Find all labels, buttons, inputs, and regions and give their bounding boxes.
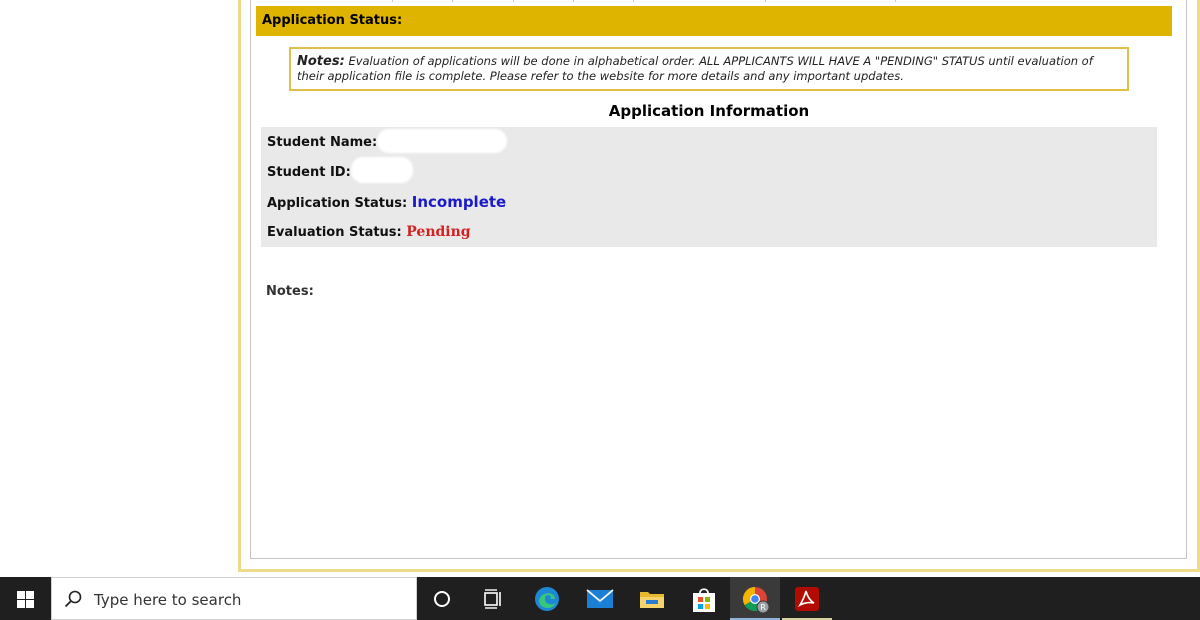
acrobat-button[interactable] — [782, 577, 832, 620]
search-icon — [64, 590, 82, 608]
taskbar-search-box[interactable]: Type here to search — [51, 577, 417, 620]
evaluation-status-row: Evaluation Status: Pending — [267, 224, 471, 240]
mail-icon — [586, 589, 614, 608]
student-id-row: Student ID: — [267, 165, 351, 180]
notes-box: Notes: Evaluation of applications will b… — [289, 47, 1129, 91]
notes-box-text: Evaluation of applications will be done … — [297, 54, 1093, 83]
application-status-value: Incomplete — [411, 193, 507, 211]
task-view-icon — [484, 589, 501, 609]
search-placeholder: Type here to search — [94, 591, 242, 609]
tab-divider — [452, 0, 453, 2]
tab-divider — [895, 0, 896, 2]
tab-divider — [633, 0, 634, 2]
application-status-header: Application Status: — [256, 6, 1172, 36]
file-explorer-button[interactable] — [626, 577, 676, 620]
start-button[interactable] — [0, 577, 50, 620]
notes-box-label: Notes: — [297, 54, 345, 69]
chrome-icon: R — [742, 587, 770, 614]
task-view-button[interactable] — [468, 577, 518, 620]
student-id-label: Student ID: — [267, 165, 351, 180]
student-name-row: Student Name: — [267, 135, 377, 150]
acrobat-icon — [795, 587, 819, 611]
edge-button[interactable] — [522, 577, 572, 620]
svg-text:R: R — [760, 603, 766, 612]
application-status-label: Application Status: — [267, 196, 408, 211]
application-information-title: Application Information — [608, 102, 810, 120]
cortana-button[interactable] — [417, 577, 467, 620]
taskbar: Type here to search R — [0, 577, 1200, 620]
windows-start-icon — [17, 591, 34, 608]
tab-divider — [765, 0, 766, 2]
edge-icon — [535, 587, 559, 611]
application-status-row: Application Status: Incomplete — [267, 193, 506, 211]
redacted-student-id — [351, 157, 413, 183]
tab-divider — [513, 0, 514, 2]
redacted-student-name — [377, 129, 507, 153]
store-icon — [693, 588, 715, 612]
store-button[interactable] — [678, 577, 728, 620]
cortana-icon — [434, 591, 450, 607]
student-name-label: Student Name: — [267, 135, 378, 150]
mail-button[interactable] — [574, 577, 624, 620]
chrome-button[interactable]: R — [730, 577, 780, 620]
tab-divider — [392, 0, 393, 2]
notes-section-label: Notes: — [266, 284, 314, 299]
file-explorer-icon — [640, 592, 664, 608]
evaluation-status-label: Evaluation Status: — [267, 225, 402, 240]
application-info-panel: Student Name: Student ID: Application St… — [261, 127, 1157, 247]
tab-divider — [573, 0, 574, 2]
evaluation-status-value: Pending — [406, 224, 471, 240]
